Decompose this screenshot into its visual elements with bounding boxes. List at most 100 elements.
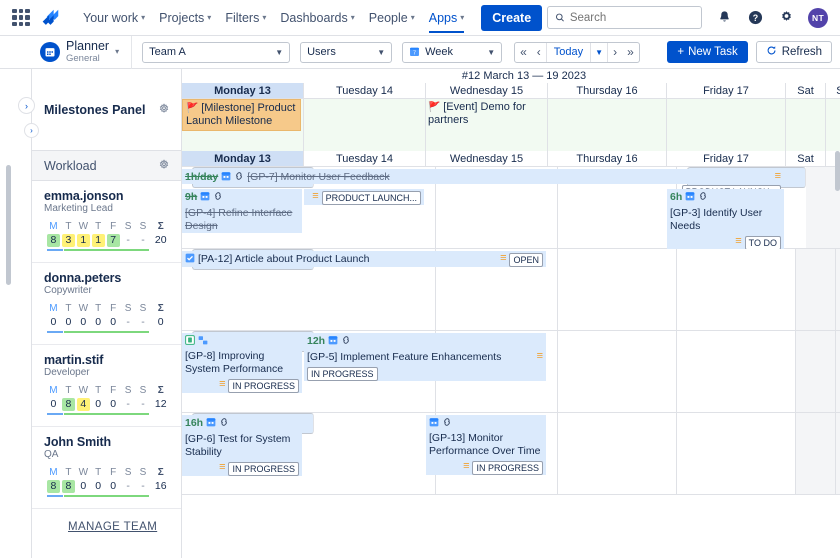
today-dropdown-icon[interactable]: ▼ [591,42,609,62]
person-hours-table: M 0 T 8 W 4 T 0 F 0 S - S - Σ 12 [44,385,171,411]
status-badge[interactable]: IN PROGRESS [472,461,543,475]
workload-person-row[interactable]: donna.peters Copywriter M 0 T 0 W 0 T 0 F 0 S - S - Σ 0 [32,263,181,345]
task-bar[interactable]: [GP-13] Monitor Performance Over Time ≡ IN… [426,415,546,475]
task-cell-3[interactable] [558,249,677,330]
workload-person-row[interactable]: emma.jonson Marketing Lead M 8 T 3 W 1 T 1 F 7 S - S - Σ… [32,181,181,263]
create-button[interactable]: Create [481,4,543,31]
workload-day-header-2[interactable]: Wednesday 15 [426,151,548,166]
workload-day-header-4[interactable]: Friday 17 [667,151,786,166]
milestone-cell-3[interactable] [548,99,667,151]
jump-first-button[interactable]: « [515,43,532,62]
milestone-chip[interactable]: 🚩 [Milestone] Product Launch Milestone [182,99,301,131]
task-cell-4[interactable] [677,413,796,494]
settings-gear-icon[interactable] [157,158,171,173]
task-cell-5[interactable] [796,249,836,330]
workload-day-header-5[interactable]: Sat [786,151,826,166]
person-name: emma.jonson [44,189,124,203]
chevron-down-icon: ▾ [262,12,267,22]
workload-day-header-0[interactable]: Monday 13 [182,151,304,166]
status-badge[interactable]: TO DO [744,236,781,250]
hours-cell-5: S- [121,467,136,493]
nav-item-your-work[interactable]: Your work ▾ [76,4,152,32]
team-select[interactable]: Team A ▼ [142,41,291,63]
event-chip[interactable]: 🚩 [Event] Demo for partners [428,101,545,127]
day-initial: W [78,467,89,478]
task-cell-4[interactable] [677,331,796,412]
manage-team-link[interactable]: MANAGE TEAM [68,521,157,533]
task-cell-3[interactable] [558,331,677,412]
status-badge[interactable]: IN PROGRESS [228,379,299,393]
nav-item-apps[interactable]: Apps ▾ [422,4,472,33]
task-bar[interactable]: ≡PRODUCT LAUNCH... [304,189,424,205]
next-period-button[interactable]: › [608,43,622,62]
chevron-down-icon[interactable]: ▾ [115,48,119,56]
task-cell-4[interactable] [677,249,796,330]
nav-item-people[interactable]: People ▾ [362,4,422,32]
hours-value: 0 [110,316,117,328]
milestone-cell-5[interactable] [786,99,826,151]
workload-day-header-3[interactable]: Thursday 16 [548,151,667,166]
nav-item-projects[interactable]: Projects ▾ [152,4,218,32]
milestone-day-header-4[interactable]: Friday 17 [667,83,786,98]
milestone-cell-4[interactable] [667,99,786,151]
task-bar[interactable]: 6h [GP-3] Identify User Needs ≡ TO DO [667,189,784,250]
vertical-scrollbar[interactable] [835,151,840,191]
status-badge[interactable]: OPEN [509,253,543,267]
view-range-select[interactable]: 7 Week ▼ [402,41,503,63]
prev-period-button[interactable]: ‹ [532,43,546,62]
new-task-button[interactable]: + New Task [667,41,748,63]
day-initial: S [139,385,147,396]
workload-day-header-1[interactable]: Tuesday 14 [304,151,426,166]
task-cell-6[interactable] [836,249,840,330]
search-input[interactable] [569,11,694,24]
link-icon [341,335,351,347]
task-cell-6[interactable] [836,331,840,412]
task-bar[interactable]: 16h [GP-6] Test for System Stability ≡ IN P… [182,415,302,476]
task-cell-1[interactable] [314,413,436,494]
user-avatar[interactable]: NT [808,7,828,28]
refresh-button[interactable]: Refresh [755,41,832,63]
task-cell-3[interactable] [558,413,677,494]
workload-person-row[interactable]: John Smith QA M 8 T 8 W 0 T 0 F 0 S - S - Σ 16 [32,427,181,509]
today-button[interactable]: Today [545,42,592,62]
notifications-bell-icon[interactable] [715,9,733,27]
hours-value: 0 [80,316,87,328]
jump-last-button[interactable]: » [622,43,639,62]
settings-gear-icon[interactable] [157,102,171,117]
settings-gear-icon[interactable] [777,9,795,27]
milestone-day-header-6[interactable]: Sun [826,83,840,98]
grouping-select[interactable]: Users ▼ [300,41,393,63]
nav-item-filters[interactable]: Filters ▾ [218,4,273,32]
nav-item-dashboards[interactable]: Dashboards ▾ [273,4,361,32]
rail-scrollbar[interactable] [6,165,11,285]
app-switcher-icon[interactable] [12,8,30,27]
task-bar[interactable]: [PA-12] Article about Product Launch ≡ OPE… [182,251,546,267]
status-badge[interactable]: PRODUCT LAUNCH... [321,191,421,205]
milestone-day-header-0[interactable]: Monday 13 [182,83,304,98]
milestone-day-header-3[interactable]: Thursday 16 [548,83,667,98]
milestone-day-header-1[interactable]: Tuesday 14 [304,83,426,98]
toolbar-right-group: + New Task Refresh [667,41,840,63]
task-bar[interactable]: 12h [GP-5] Implement Feature Enhancements… [304,333,546,381]
milestone-cell-6[interactable] [826,99,840,151]
planner-app-selector[interactable]: Planner General ▾ [32,35,133,69]
expand-panel-button[interactable]: › [24,123,39,138]
hours-value: 8 [46,480,60,493]
milestone-cell-0[interactable]: 🚩 [Milestone] Product Launch Milestone [182,99,304,151]
task-bar[interactable]: 9h [GP-4] Refine Interface Design [182,189,302,233]
jira-logo-icon[interactable] [38,7,62,29]
status-badge[interactable]: IN PROGRESS [228,462,299,476]
milestone-day-header-5[interactable]: Sat [786,83,826,98]
task-bar[interactable]: [GP-8] Improving System Performance ≡ IN P… [182,333,302,393]
expand-sidebar-button[interactable]: › [18,97,35,114]
milestone-day-header-2[interactable]: Wednesday 15 [426,83,548,98]
milestone-cell-2[interactable]: 🚩 [Event] Demo for partners [426,99,548,151]
task-cell-5[interactable] [796,413,836,494]
help-icon[interactable]: ? [746,9,764,27]
milestone-cell-1[interactable] [304,99,426,151]
task-cell-6[interactable] [836,413,840,494]
status-badge[interactable]: IN PROGRESS [307,367,378,381]
workload-person-row[interactable]: martin.stif Developer M 0 T 8 W 4 T 0 F 0 S - S - Σ 12 [32,345,181,427]
global-search-box[interactable] [547,6,702,29]
task-cell-5[interactable] [796,331,836,412]
